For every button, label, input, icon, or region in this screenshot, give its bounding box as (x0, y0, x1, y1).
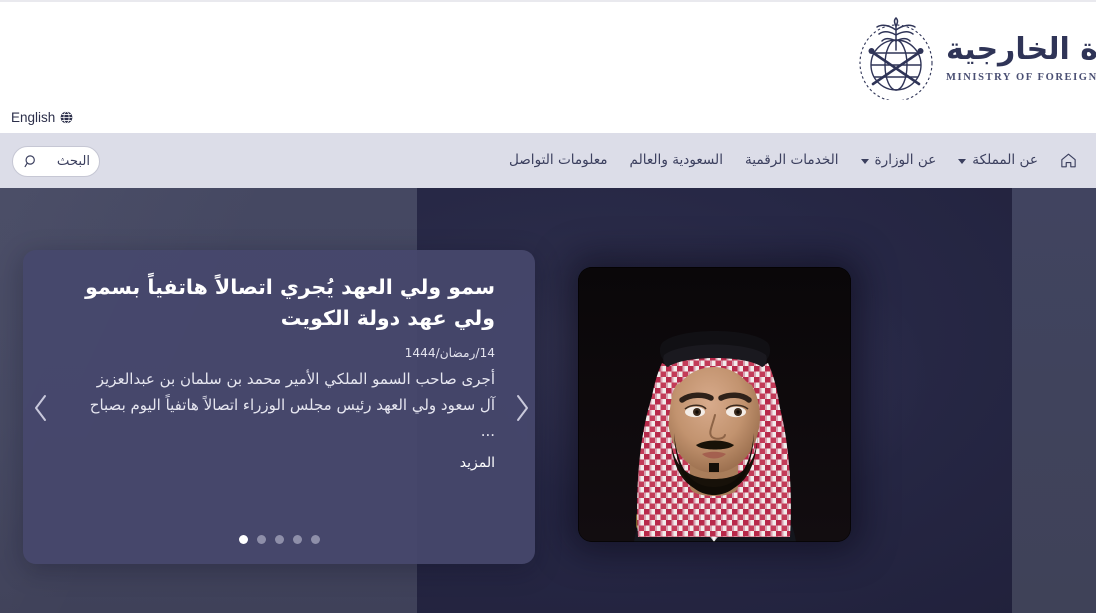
carousel-dot-active[interactable] (238, 535, 248, 544)
nav-item-label: السعودية والعالم (629, 152, 723, 168)
carousel-next-button[interactable] (505, 388, 539, 428)
crown-prince-portrait (578, 267, 851, 542)
language-switch[interactable]: English (11, 110, 73, 125)
news-more-link[interactable]: المزيد (460, 455, 495, 471)
site-header: وزارة الخارجية MINISTRY OF FOREIGN AFFAI… (0, 2, 1096, 133)
language-switch-label: English (11, 110, 56, 125)
brand-name-arabic: وزارة الخارجية (946, 32, 1096, 68)
page-root: وزارة الخارجية MINISTRY OF FOREIGN AFFAI… (0, 0, 1096, 613)
news-date: 14/رمضان/1444 (404, 346, 495, 361)
nav-item-about-kingdom[interactable]: عن المملكة (947, 133, 1049, 188)
nav-item-contact-info[interactable]: معلومات التواصل (498, 133, 619, 188)
chevron-down-icon (860, 159, 869, 164)
carousel-dot[interactable] (310, 535, 320, 544)
nav-item-about-ministry[interactable]: عن الوزارة (850, 133, 948, 188)
hero-right-strip (1012, 188, 1096, 613)
globe-icon (60, 111, 73, 124)
nav-item-digital-services[interactable]: الخدمات الرقمية (734, 133, 850, 188)
news-title: سمو ولي العهد يُجري اتصالاً هاتفياً بسمو… (85, 275, 495, 331)
hero-news-card: سمو ولي العهد يُجري اتصالاً هاتفياً بسمو… (23, 250, 535, 564)
chevron-right-icon (512, 393, 532, 423)
brand-name-english: MINISTRY OF FOREIGN AFFAIRS (946, 71, 1096, 83)
carousel-dots (23, 535, 535, 544)
search-icon (24, 154, 39, 169)
carousel-prev-button[interactable] (24, 388, 58, 428)
brand-logo[interactable]: وزارة الخارجية MINISTRY OF FOREIGN AFFAI… (856, 16, 1096, 100)
search-button[interactable]: البحث (12, 146, 100, 177)
home-icon (1059, 151, 1078, 170)
brand-wordmark: وزارة الخارجية MINISTRY OF FOREIGN AFFAI… (946, 31, 1096, 85)
search-label: البحث (56, 154, 90, 169)
nav-item-label: عن المملكة (972, 152, 1038, 168)
nav-item-label: عن الوزارة (874, 152, 937, 168)
nav-item-saudi-and-world[interactable]: السعودية والعالم (619, 133, 734, 188)
news-excerpt: أجرى صاحب السمو الملكي الأمير محمد بن سل… (89, 370, 495, 440)
saudi-emblem-icon (856, 16, 936, 100)
chevron-down-icon (958, 159, 967, 164)
carousel-dot[interactable] (256, 535, 266, 544)
nav-links: عن المملكة عن الوزارة الخدمات الرقمية ال… (488, 133, 1096, 188)
main-navbar: عن المملكة عن الوزارة الخدمات الرقمية ال… (0, 133, 1096, 188)
nav-item-label: الخدمات الرقمية (744, 152, 839, 168)
news-card-content: سمو ولي العهد يُجري اتصالاً هاتفياً بسمو… (79, 272, 495, 445)
nav-home-button[interactable] (1049, 133, 1090, 188)
carousel-dot[interactable] (292, 535, 302, 544)
chevron-left-icon (31, 393, 51, 423)
nav-item-label: معلومات التواصل (508, 152, 608, 168)
carousel-dot[interactable] (274, 535, 284, 544)
